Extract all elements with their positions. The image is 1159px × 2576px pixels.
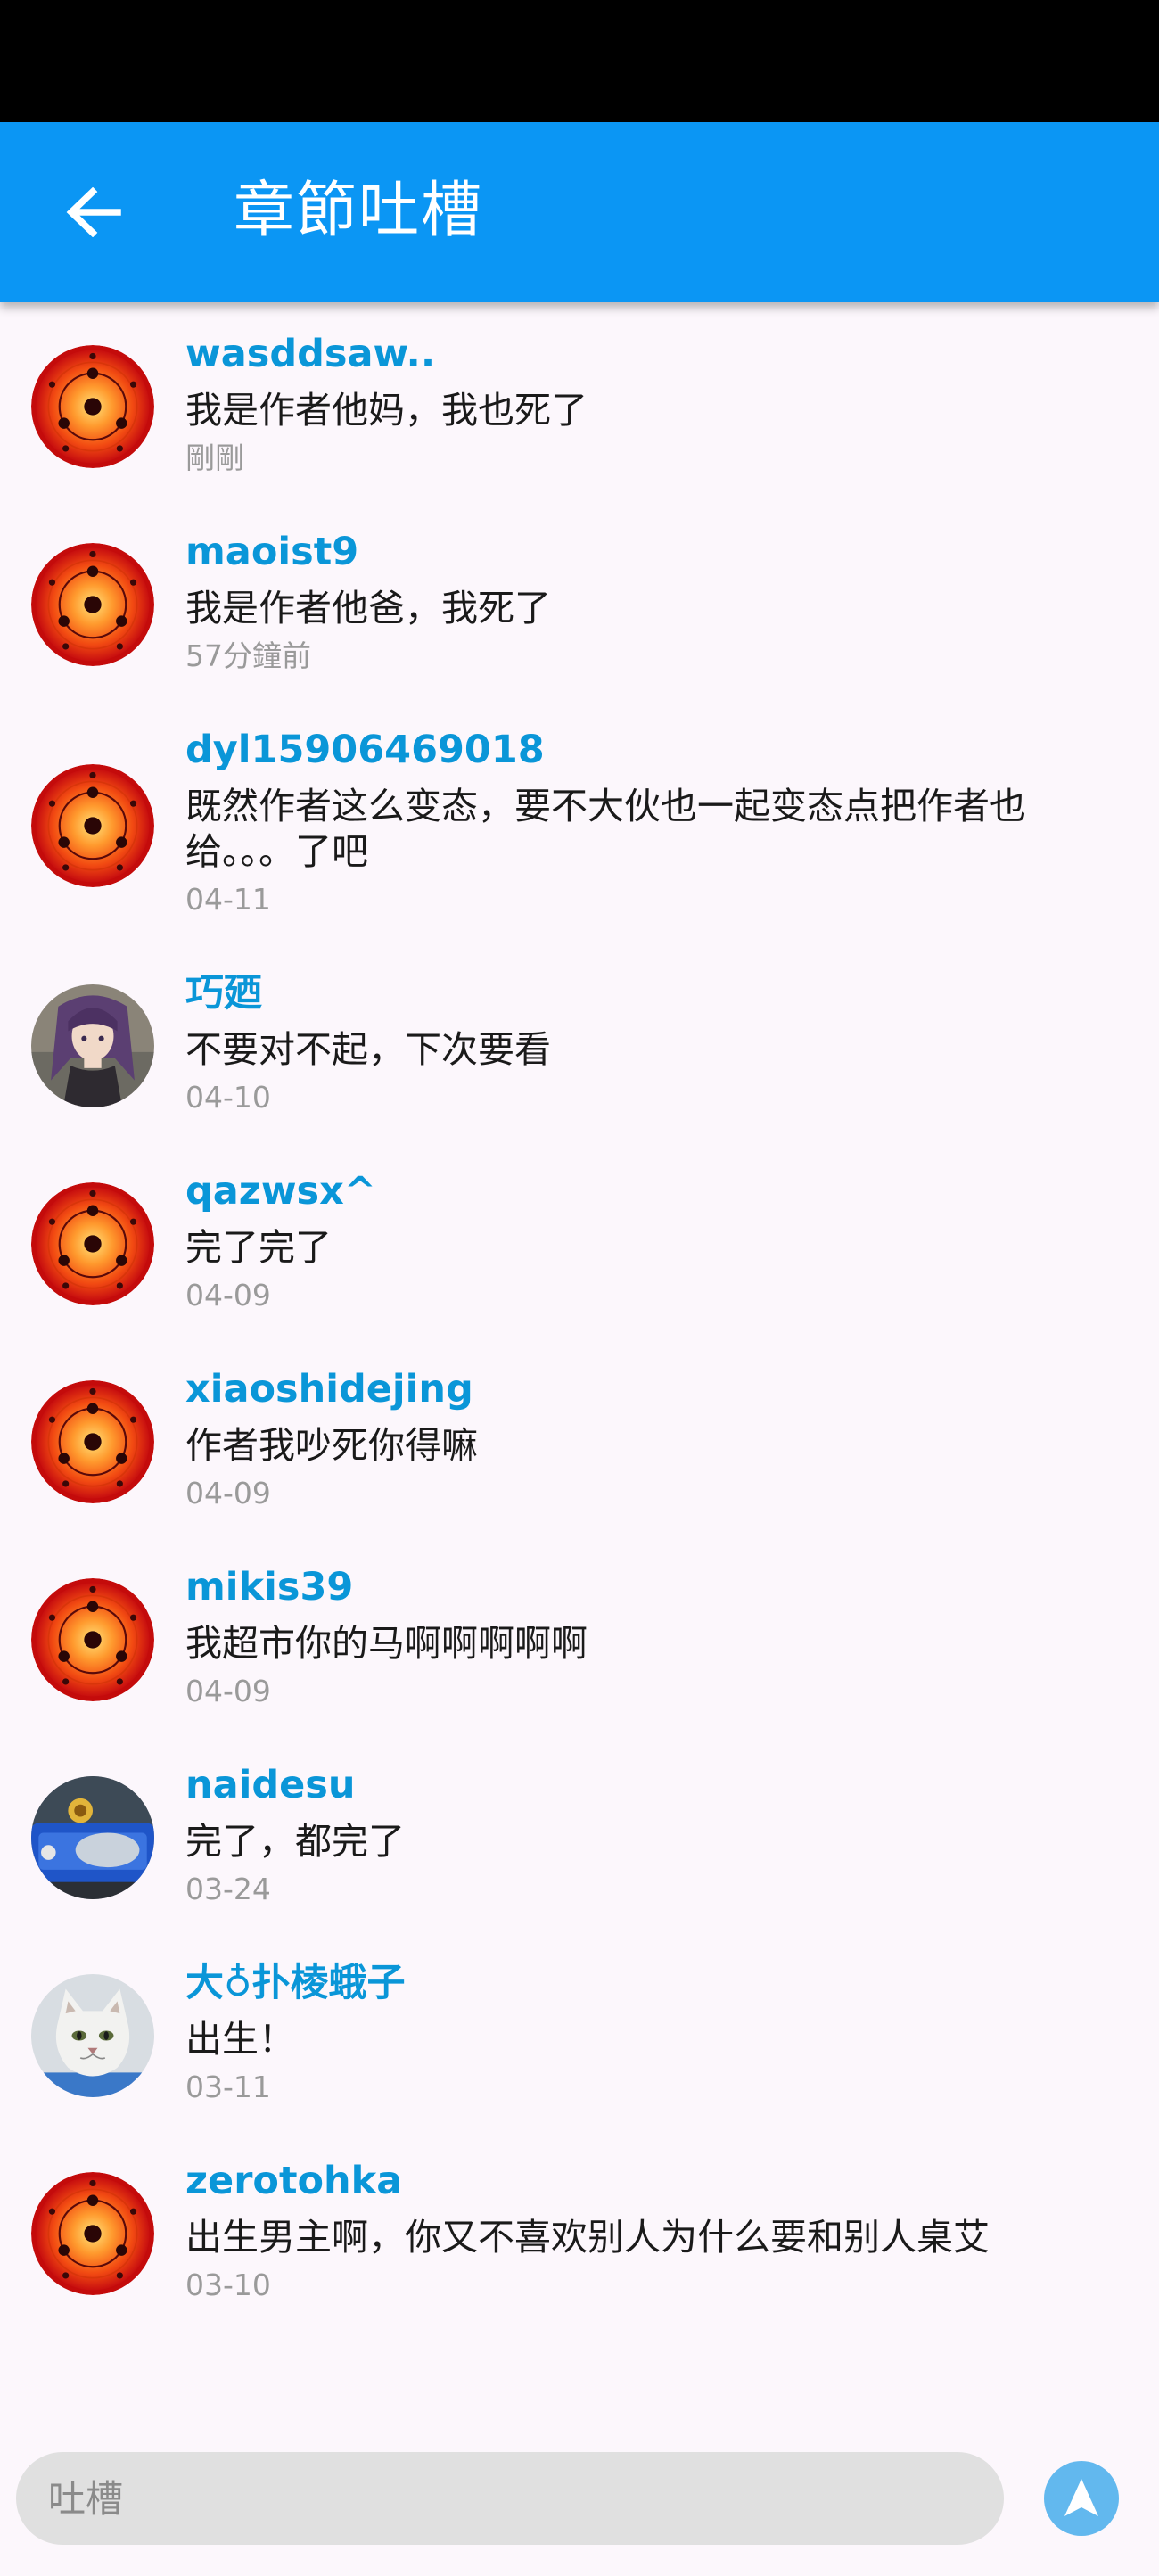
comment-timestamp: 04-09 bbox=[185, 1674, 271, 1708]
avatar[interactable] bbox=[31, 2172, 154, 2295]
comment-username[interactable]: 大♁扑棱蛾子 bbox=[185, 1958, 406, 2008]
comment-username[interactable]: zerotohka bbox=[185, 2156, 402, 2206]
avatar[interactable] bbox=[31, 984, 154, 1107]
comment-item[interactable]: naidesu 完了，都完了 03-24 bbox=[0, 1733, 1159, 1931]
page-title: 章節吐槽 bbox=[234, 176, 484, 246]
comment-item[interactable]: xiaoshidejing 作者我吵死你得嘛 04-09 bbox=[0, 1337, 1159, 1535]
comment-text: 我是作者他妈，我也死了 bbox=[185, 389, 588, 432]
comment-username[interactable]: qazwsx^ bbox=[185, 1166, 376, 1216]
comment-text: 完了，都完了 bbox=[185, 1820, 405, 1863]
comment-text: 出生！ bbox=[185, 2018, 295, 2061]
comment-text: 不要对不起，下次要看 bbox=[185, 1028, 551, 1071]
comment-timestamp: 04-09 bbox=[185, 1278, 271, 1313]
comment-username[interactable]: xiaoshidejing bbox=[185, 1364, 473, 1414]
app-bar: 章節吐槽 bbox=[0, 122, 1159, 302]
avatar[interactable] bbox=[31, 1380, 154, 1503]
avatar[interactable] bbox=[31, 1578, 154, 1701]
arrow-left-icon bbox=[66, 187, 121, 237]
comment-timestamp: 04-11 bbox=[185, 882, 271, 917]
avatar[interactable] bbox=[31, 764, 154, 887]
comment-timestamp: 04-10 bbox=[185, 1080, 271, 1115]
comment-username[interactable]: naidesu bbox=[185, 1760, 356, 1810]
comment-input[interactable] bbox=[16, 2452, 1004, 2545]
comment-item[interactable]: qazwsx^ 完了完了 04-09 bbox=[0, 1140, 1159, 1337]
avatar[interactable] bbox=[31, 1182, 154, 1305]
comment-item[interactable]: dyl15906469018 既然作者这么变态，要不大伙也一起变态点把作者也给。。… bbox=[0, 698, 1159, 942]
send-button[interactable] bbox=[1044, 2461, 1119, 2536]
avatar[interactable] bbox=[31, 543, 154, 666]
navigation-arrow-icon bbox=[1064, 2479, 1098, 2516]
comment-username[interactable]: dyl15906469018 bbox=[185, 725, 545, 775]
comment-text: 我是作者他爸，我死了 bbox=[185, 587, 551, 630]
comment-text: 作者我吵死你得嘛 bbox=[185, 1424, 478, 1467]
comment-text: 完了完了 bbox=[185, 1226, 332, 1269]
comment-username[interactable]: wasddsaw.. bbox=[185, 329, 435, 379]
comment-item[interactable]: mikis39 我超市你的马啊啊啊啊啊 04-09 bbox=[0, 1535, 1159, 1733]
comment-username[interactable]: maoist9 bbox=[185, 527, 358, 577]
comment-text: 既然作者这么变态，要不大伙也一起变态点把作者也给。。。了吧 bbox=[185, 785, 1026, 873]
comment-text: 我超市你的马啊啊啊啊啊 bbox=[185, 1622, 588, 1665]
status-bar bbox=[0, 0, 1159, 122]
avatar[interactable] bbox=[31, 1776, 154, 1899]
comment-item[interactable]: maoist9 我是作者他爸，我死了 57分鐘前 bbox=[0, 500, 1159, 698]
comment-timestamp: 剛剛 bbox=[185, 440, 244, 475]
avatar[interactable] bbox=[31, 1974, 154, 2097]
comment-item[interactable]: wasddsaw.. 我是作者他妈，我也死了剛剛 bbox=[0, 302, 1159, 500]
avatar[interactable] bbox=[31, 345, 154, 468]
comment-timestamp: 03-10 bbox=[185, 2267, 271, 2302]
comment-item[interactable]: zerotohka 出生男主啊，你又不喜欢别人为什么要和别人桌艾 03-10 bbox=[0, 2129, 1159, 2327]
comment-timestamp: 03-24 bbox=[185, 1872, 271, 1906]
comment-item[interactable]: 大♁扑棱蛾子出生！ 03-11 bbox=[0, 1931, 1159, 2129]
back-button[interactable] bbox=[53, 172, 134, 252]
comment-timestamp: 57分鐘前 bbox=[185, 638, 311, 673]
comment-item[interactable]: 巧廼不要对不起，下次要看 04-10 bbox=[0, 942, 1159, 1140]
comment-username[interactable]: 巧廼 bbox=[185, 968, 262, 1018]
comment-timestamp: 03-11 bbox=[185, 2070, 271, 2104]
comment-username[interactable]: mikis39 bbox=[185, 1562, 353, 1612]
comment-timestamp: 04-09 bbox=[185, 1476, 271, 1510]
comment-bar bbox=[0, 2418, 1159, 2576]
comment-text: 出生男主啊，你又不喜欢别人为什么要和别人桌艾 bbox=[185, 2216, 990, 2259]
